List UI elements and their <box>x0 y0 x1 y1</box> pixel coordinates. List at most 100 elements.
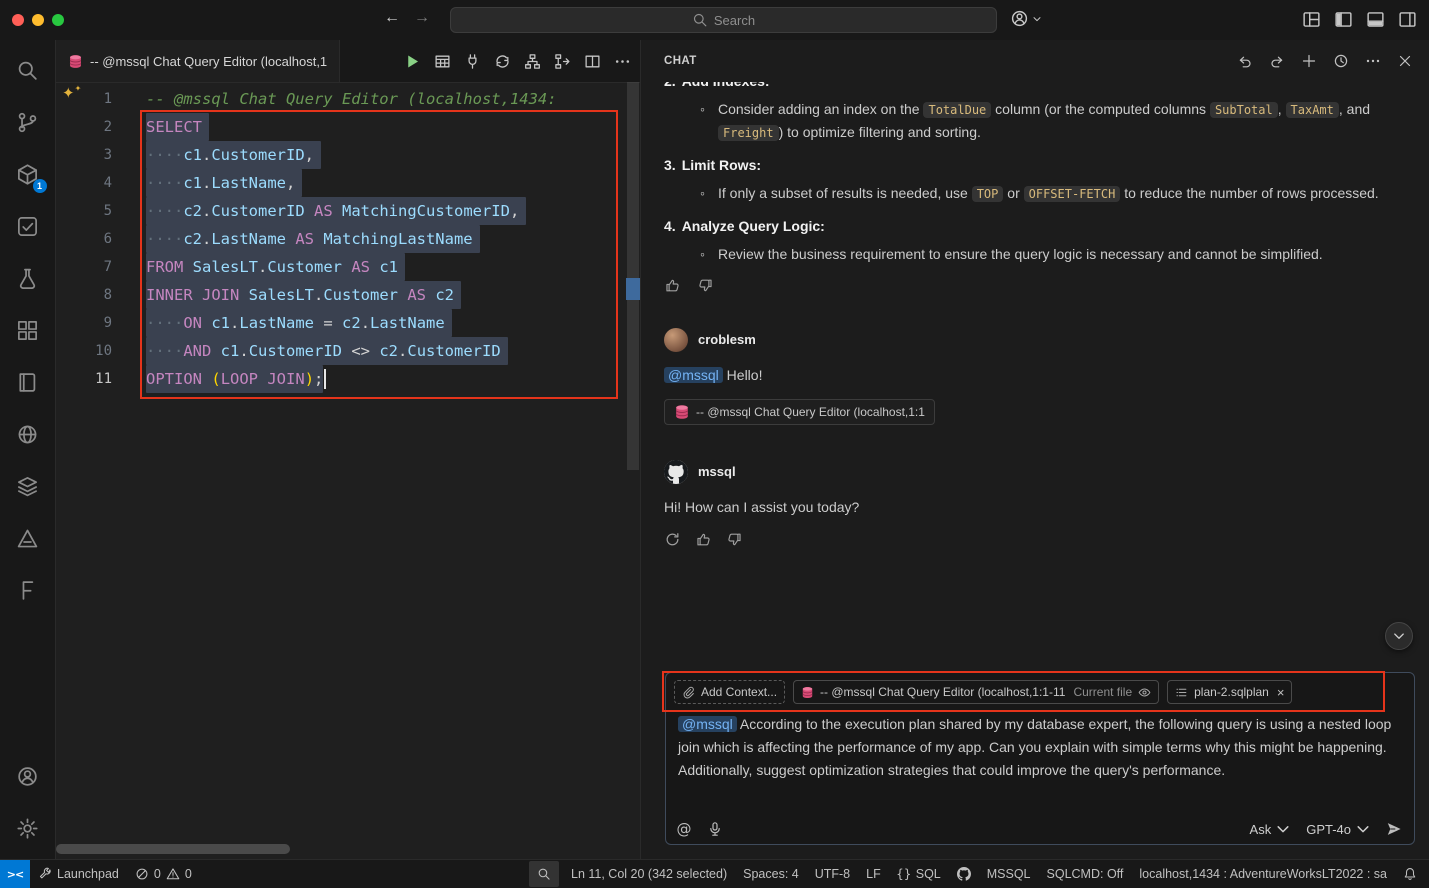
status-zoom[interactable] <box>529 861 559 887</box>
toggle-panel-bottom-button[interactable] <box>1366 10 1385 29</box>
chat-list-item: 2. Add Indexes: ◦Consider adding an inde… <box>664 82 1403 144</box>
activity-item-testing[interactable] <box>4 200 52 252</box>
language-mode-icon: {} <box>897 867 911 881</box>
activity-item-source-control[interactable] <box>4 96 52 148</box>
chat-more-button[interactable] <box>1363 51 1383 71</box>
status-notifications[interactable] <box>1395 860 1425 888</box>
status-indentation[interactable]: Spaces: 4 <box>735 860 807 888</box>
send-button[interactable] <box>1386 821 1402 837</box>
badge: 1 <box>33 179 47 193</box>
connect-button[interactable] <box>459 48 486 75</box>
status-remote[interactable]: >< <box>0 860 30 888</box>
chat-thread[interactable]: 2. Add Indexes: ◦Consider adding an inde… <box>641 82 1429 655</box>
bullet-text: Review the business requirement to ensur… <box>718 243 1403 265</box>
more-actions-button[interactable] <box>609 48 636 75</box>
maximize-window-button[interactable] <box>52 14 64 26</box>
chat-history-button[interactable] <box>1331 51 1351 71</box>
toggle-grid-layout-button[interactable] <box>1302 10 1321 29</box>
editor-tab[interactable]: -- @mssql Chat Query Editor (localhost,1 <box>56 40 340 82</box>
status-connection[interactable]: localhost,1434 : AdventureWorksLT2022 : … <box>1131 860 1395 888</box>
inline-code: SubTotal <box>1210 102 1278 118</box>
status-eol[interactable]: LF <box>858 860 889 888</box>
sparkle-icon[interactable]: ✦✦ <box>62 84 81 102</box>
mention-chip[interactable]: @mssql <box>678 716 737 732</box>
activity-item-accounts[interactable] <box>4 750 52 802</box>
activity-item-settings[interactable] <box>4 802 52 854</box>
status-sqlcmd[interactable]: SQLCMD: Off <box>1039 860 1132 888</box>
panel-right-icon <box>1398 10 1417 29</box>
model-picker-dropdown[interactable]: GPT-4o <box>1306 821 1371 837</box>
code-line: 7 FROM SalesLT.Customer AS c1 <box>56 253 626 281</box>
status-copilot[interactable] <box>949 860 979 888</box>
activity-item-azure[interactable] <box>4 512 52 564</box>
close-window-button[interactable] <box>12 14 24 26</box>
split-editor-button[interactable] <box>579 48 606 75</box>
remove-chip-button[interactable]: × <box>1277 685 1285 700</box>
database-icon <box>674 404 690 420</box>
chat-undo-button[interactable] <box>1235 51 1255 71</box>
toggle-panel-right-button[interactable] <box>1398 10 1417 29</box>
line-number: 10 <box>56 337 146 365</box>
activity-item-database-projects[interactable] <box>4 564 52 616</box>
helpful-button[interactable] <box>695 531 712 548</box>
status-encoding[interactable]: UTF-8 <box>807 860 858 888</box>
editor-horizontal-scrollbar[interactable] <box>56 844 290 854</box>
unhelpful-button[interactable] <box>726 531 743 548</box>
status-problems[interactable]: 00 <box>127 860 200 888</box>
run-query-button[interactable] <box>399 48 426 75</box>
forward-button[interactable]: → <box>414 9 430 27</box>
database-icon <box>68 54 83 69</box>
list-title: Limit Rows: <box>682 154 761 176</box>
code-line: 1 -- @mssql Chat Query Editor (localhost… <box>56 85 626 113</box>
chat-mode-dropdown[interactable]: Ask <box>1250 821 1292 837</box>
mention-chip[interactable]: @mssql <box>664 367 723 383</box>
chat-input-container[interactable]: Add Context... -- @mssql Chat Query Edito… <box>665 672 1415 845</box>
code-editor[interactable]: 1 -- @mssql Chat Query Editor (localhost… <box>56 82 626 842</box>
change-connection-button[interactable] <box>489 48 516 75</box>
helpful-button[interactable] <box>664 277 681 294</box>
toggle-panel-left-button[interactable] <box>1334 10 1353 29</box>
activity-item-notebooks[interactable] <box>4 356 52 408</box>
activity-item-extensions[interactable] <box>4 304 52 356</box>
chip-label: plan-2.sqlplan <box>1194 685 1269 699</box>
activity-item-search[interactable] <box>4 44 52 96</box>
retry-button[interactable] <box>664 531 681 548</box>
chat-input-text[interactable]: @mssql According to the execution plan s… <box>666 708 1414 782</box>
status-launchpad[interactable]: Launchpad <box>30 860 127 888</box>
bullet-text: Consider adding an index on the TotalDue… <box>718 98 1403 144</box>
context-chip-file-context[interactable]: -- @mssql Chat Query Editor (localhost,1… <box>793 680 1159 704</box>
history-icon <box>1333 53 1349 69</box>
status-cursor-position[interactable]: Ln 11, Col 20 (342 selected) <box>563 860 735 888</box>
code-line: 4 ····c1.LastName, <box>56 169 626 197</box>
results-grid-button[interactable] <box>429 48 456 75</box>
scroll-to-bottom-button[interactable] <box>1385 622 1413 650</box>
minimize-window-button[interactable] <box>32 14 44 26</box>
activity-item-run-queries[interactable] <box>4 252 52 304</box>
attachment-chip[interactable]: -- @mssql Chat Query Editor (localhost,1… <box>664 399 935 425</box>
chat-redo-button[interactable] <box>1267 51 1287 71</box>
back-button[interactable]: ← <box>384 9 400 27</box>
actual-plan-button[interactable] <box>549 48 576 75</box>
activity-item-object-explorer[interactable] <box>4 460 52 512</box>
status-mssql-provider[interactable]: MSSQL <box>979 860 1039 888</box>
estimated-plan-button[interactable] <box>519 48 546 75</box>
status-text: LF <box>866 867 881 881</box>
chat-close-button[interactable] <box>1395 51 1415 71</box>
unhelpful-button[interactable] <box>697 277 714 294</box>
mention-context-button[interactable]: @ <box>676 821 692 837</box>
editor-vertical-scrollbar[interactable] <box>626 82 640 842</box>
status-language-mode[interactable]: {}SQL <box>889 860 949 888</box>
chat-new-chat-button[interactable] <box>1299 51 1319 71</box>
voice-input-button[interactable] <box>707 821 723 837</box>
command-center-search[interactable]: Search <box>450 7 997 33</box>
context-chip-plan-context[interactable]: plan-2.sqlplan × <box>1167 680 1292 704</box>
activity-item-github[interactable] <box>4 408 52 460</box>
model-label: GPT-4o <box>1306 822 1351 837</box>
chip-suffix: Current file <box>1073 685 1132 699</box>
microphone-icon <box>707 821 723 837</box>
context-chip-add-context[interactable]: Add Context... <box>674 680 785 704</box>
at-icon: @ <box>676 821 692 837</box>
status-text: UTF-8 <box>815 867 850 881</box>
copilot-account-button[interactable] <box>1010 9 1042 28</box>
activity-item-remote-explorer[interactable]: 1 <box>4 148 52 200</box>
